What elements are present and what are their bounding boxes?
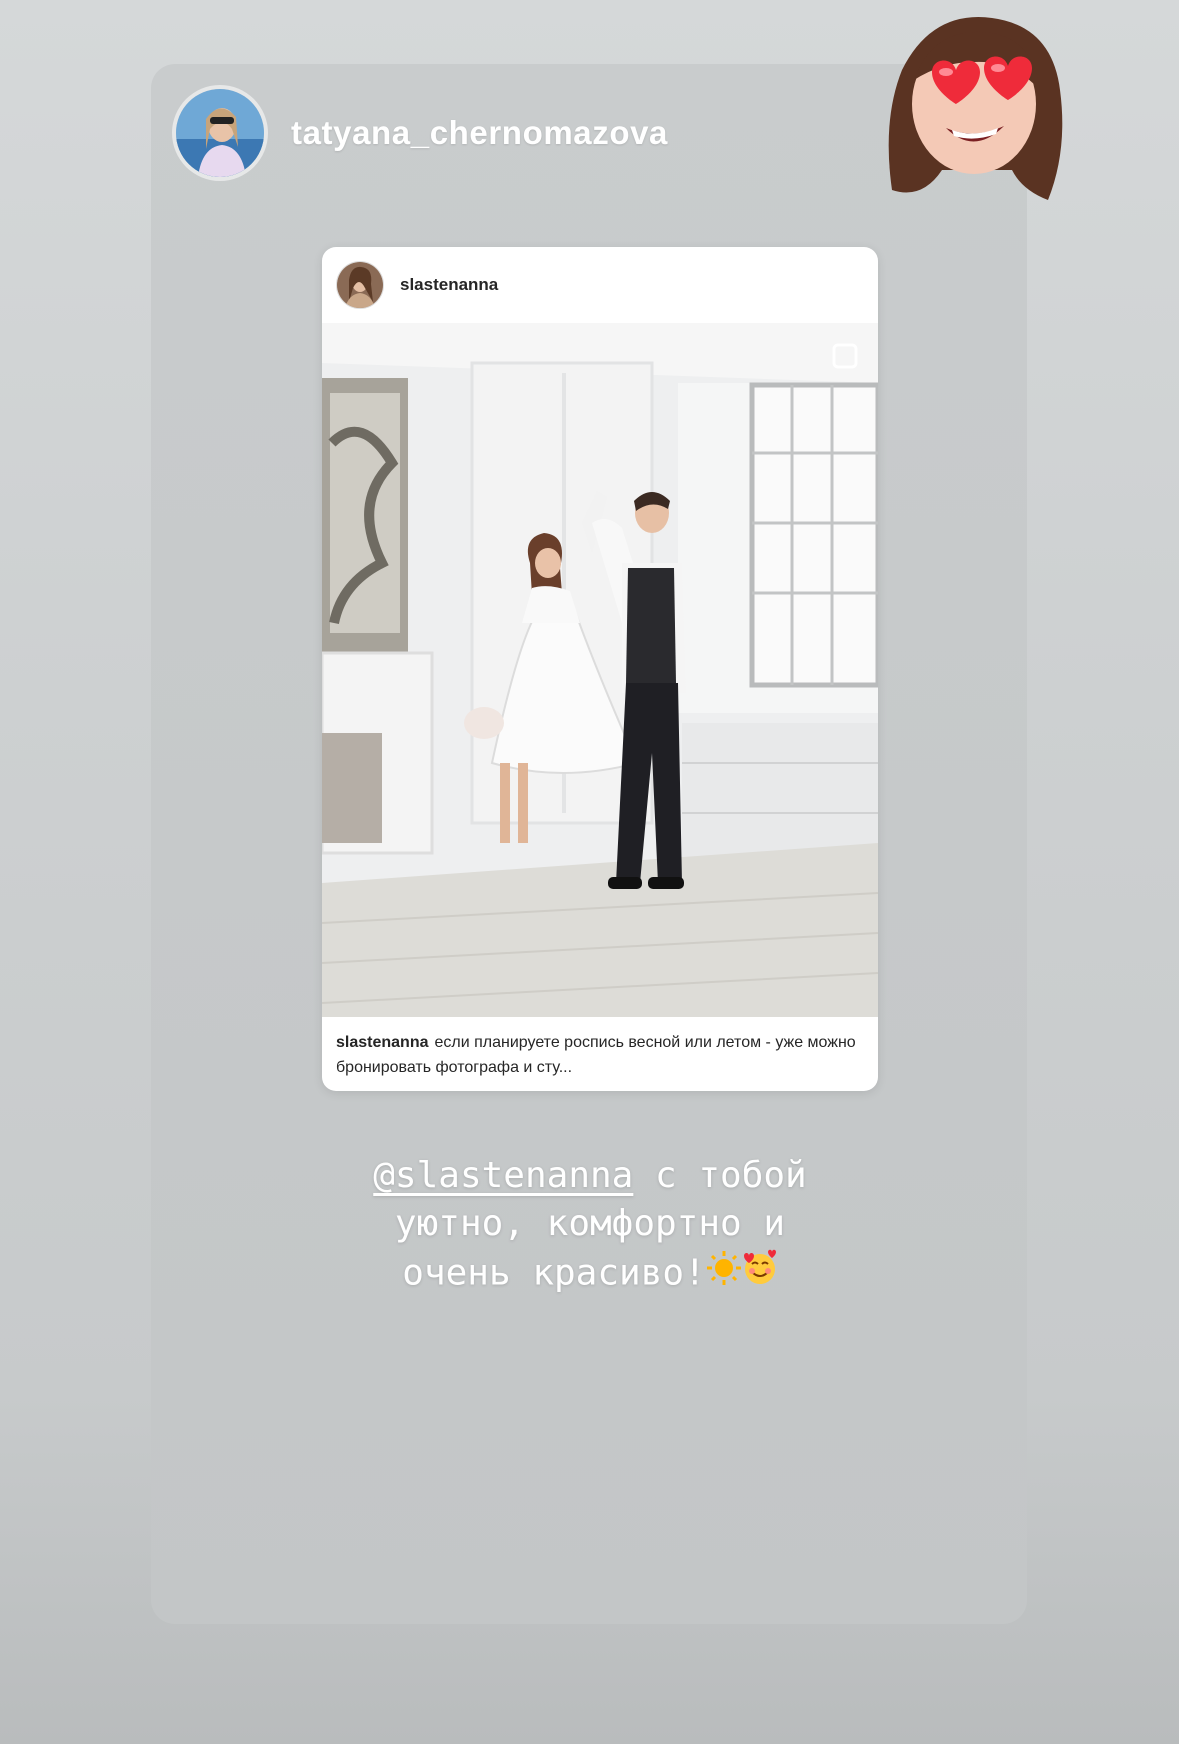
story-text-line-1-rest: с тобой bbox=[633, 1155, 807, 1196]
smiling-face-with-hearts-emoji-icon bbox=[743, 1249, 776, 1284]
memoji-heart-eyes-sticker bbox=[862, 0, 1082, 220]
post-photo-couple-dancing bbox=[322, 323, 878, 1017]
story-header: tatyana_chernomazova bbox=[176, 89, 668, 177]
author-avatar[interactable] bbox=[176, 89, 264, 177]
story-text-line-1: @slastenanna с тобой bbox=[300, 1152, 880, 1200]
post-author-avatar[interactable] bbox=[336, 261, 384, 309]
story-text: @slastenanna с тобой уютно, комфортно и … bbox=[300, 1152, 880, 1301]
sun-and-smiling-hearts-emoji-icon bbox=[706, 1249, 776, 1285]
post-header: slastenanna bbox=[322, 247, 878, 323]
post-caption: slastenanna если планируете роспись весно… bbox=[336, 1030, 866, 1080]
story-text-line-3: очень красиво! bbox=[300, 1248, 880, 1301]
emoji-row bbox=[706, 1248, 778, 1301]
story-text-line-2: уютно, комфортно и bbox=[394, 1203, 786, 1244]
author-username[interactable]: tatyana_chernomazova bbox=[291, 114, 668, 152]
sun-emoji-icon bbox=[706, 1251, 741, 1285]
mention-link[interactable]: @slastenanna bbox=[373, 1155, 633, 1196]
shared-post-card[interactable]: slastenanna slastenanna если планируете … bbox=[322, 247, 878, 1091]
caption-username[interactable]: slastenanna bbox=[336, 1034, 428, 1051]
post-username[interactable]: slastenanna bbox=[400, 275, 498, 295]
story-text-line-3-text: очень красиво! bbox=[402, 1252, 706, 1294]
